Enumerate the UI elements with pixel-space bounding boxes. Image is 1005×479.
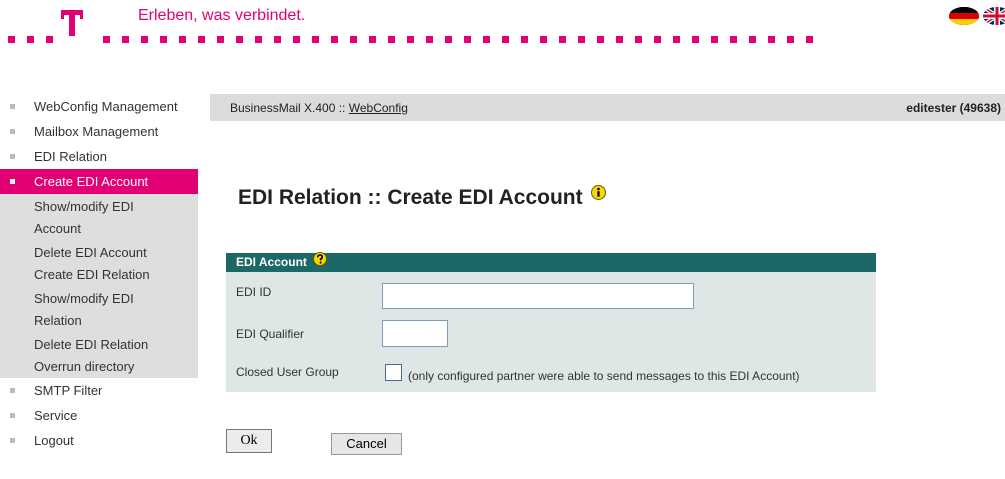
brand-dot: [46, 36, 53, 43]
sidebar-nav: WebConfig Management Mailbox Management …: [0, 94, 198, 479]
bullet-icon: [10, 129, 15, 134]
edi-id-input[interactable]: [382, 283, 694, 309]
sidebar-item-label: SMTP Filter: [34, 383, 103, 398]
breadcrumb-link-webconfig[interactable]: WebConfig: [349, 101, 408, 115]
breadcrumb-prefix: BusinessMail X.400 ::: [230, 101, 349, 115]
brand-dot: [635, 36, 642, 43]
brand-dot: [730, 36, 737, 43]
panel-header: EDI Account: [226, 251, 876, 272]
brand-dot: [711, 36, 718, 43]
brand-dot: [426, 36, 433, 43]
brand-dot: [369, 36, 376, 43]
breadcrumb: BusinessMail X.400 :: WebConfig: [230, 101, 408, 115]
brand-dot: [179, 36, 186, 43]
sidebar-item-label: Logout: [34, 433, 74, 448]
bullet-icon: [10, 104, 15, 109]
bullet-icon: [10, 413, 15, 418]
brand-dot: [103, 36, 110, 43]
sidebar-item-logout[interactable]: Logout: [0, 428, 198, 453]
brand-dot: [502, 36, 509, 43]
brand-dot: [8, 36, 15, 43]
brand-dot: [388, 36, 395, 43]
sidebar-subitem-show-modify-edi-relation[interactable]: Show/modify EDI Relation: [0, 286, 198, 334]
brand-dot: [692, 36, 699, 43]
brand-dot: [483, 36, 490, 43]
sidebar-item-label: Mailbox Management: [34, 124, 159, 139]
brand-dot: [407, 36, 414, 43]
brand-dot: [198, 36, 205, 43]
bullet-icon: [10, 154, 15, 159]
brand-dot: [350, 36, 357, 43]
brand-dot: [293, 36, 300, 43]
brand-dot: [331, 36, 338, 43]
brand-dot: [654, 36, 661, 43]
brand-dot: [255, 36, 262, 43]
brand-dot: [141, 36, 148, 43]
sidebar-item-edi-relation[interactable]: EDI Relation: [0, 144, 198, 169]
bullet-icon: [10, 179, 15, 184]
help-icon[interactable]: [313, 251, 328, 272]
brand-dot: [217, 36, 224, 43]
panel-title: EDI Account: [236, 255, 307, 269]
brand-dot: [521, 36, 528, 43]
brand-dot: [122, 36, 129, 43]
brand-dot: [274, 36, 281, 43]
header: Erleben, was verbindet.: [0, 0, 1005, 60]
brand-dot: [464, 36, 471, 43]
ok-button[interactable]: Ok: [226, 429, 272, 453]
closed-user-group-label: Closed User Group: [236, 365, 339, 379]
sidebar-item-mailbox-management[interactable]: Mailbox Management: [0, 119, 198, 144]
brand-dot: [616, 36, 623, 43]
brand-dot: [597, 36, 604, 43]
page-title-wrap: EDI Relation :: Create EDI Account: [238, 185, 607, 210]
edi-qualifier-label: EDI Qualifier: [236, 327, 305, 341]
brand-dot: [160, 36, 167, 43]
info-icon[interactable]: [591, 182, 607, 206]
brand-dot: [540, 36, 547, 43]
brand-dot: [445, 36, 452, 43]
telekom-t-logo: [61, 10, 83, 39]
sidebar-subitem-create-edi-relation[interactable]: Create EDI Relation: [0, 264, 198, 286]
brand-dot: [578, 36, 585, 43]
brand-dot: [749, 36, 756, 43]
de-flag-icon[interactable]: [949, 7, 979, 25]
breadcrumb-bar: BusinessMail X.400 :: WebConfig editeste…: [210, 94, 1005, 121]
sidebar-subitem-delete-edi-account[interactable]: Delete EDI Account: [0, 242, 198, 264]
sidebar-item-label: WebConfig Management: [34, 99, 178, 114]
slogan: Erleben, was verbindet.: [138, 7, 306, 24]
sidebar-item-label: Service: [34, 408, 78, 423]
sidebar-subitem-overrun-directory[interactable]: Overrun directory: [0, 356, 198, 378]
sidebar-item-webconfig-management[interactable]: WebConfig Management: [0, 94, 198, 119]
brand-dot: [236, 36, 243, 43]
sidebar-item-create-edi-account[interactable]: Create EDI Account: [0, 169, 198, 194]
page-title: EDI Relation :: Create EDI Account: [238, 186, 583, 209]
bullet-icon: [10, 438, 15, 443]
current-user: editester (49638): [906, 101, 1001, 115]
sidebar-item-service[interactable]: Service: [0, 403, 198, 428]
cancel-button[interactable]: Cancel: [331, 433, 402, 455]
edi-qualifier-input[interactable]: [382, 320, 448, 347]
brand-dot: [768, 36, 775, 43]
brand-dot: [27, 36, 34, 43]
edi-id-label: EDI ID: [236, 285, 272, 299]
language-switcher: [949, 6, 1005, 29]
brand-dot: [787, 36, 794, 43]
sidebar-item-smtp-filter[interactable]: SMTP Filter: [0, 378, 198, 403]
brand-dot-row: [8, 36, 828, 43]
bullet-icon: [10, 388, 15, 393]
brand-dot: [559, 36, 566, 43]
closed-user-group-checkbox[interactable]: [385, 364, 402, 381]
uk-flag-icon[interactable]: [983, 7, 1005, 25]
brand-dot: [312, 36, 319, 43]
closed-user-group-note: (only configured partner were able to se…: [408, 369, 800, 383]
sidebar-subitem-show-modify-edi-account[interactable]: Show/modify EDI Account: [0, 194, 198, 242]
edi-account-panel: EDI Account EDI ID EDI Qualifier Closed …: [226, 251, 876, 392]
sidebar-item-label: EDI Relation: [34, 149, 107, 164]
brand-dot: [673, 36, 680, 43]
sidebar-item-label: Create EDI Account: [34, 174, 149, 189]
sidebar-subitem-delete-edi-relation[interactable]: Delete EDI Relation: [0, 334, 198, 356]
brand-dot: [806, 36, 813, 43]
